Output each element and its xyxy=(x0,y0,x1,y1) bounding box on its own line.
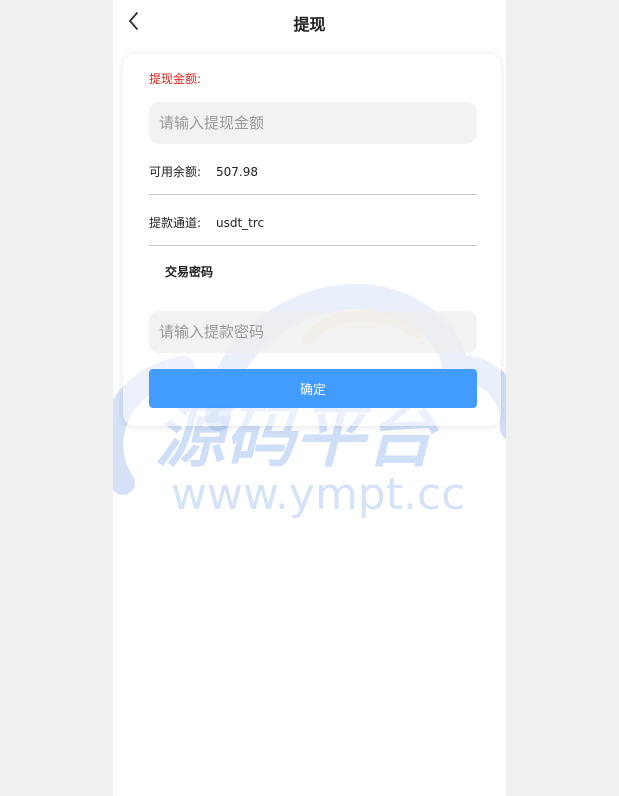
nav-header: 提现 xyxy=(113,0,506,44)
channel-row[interactable]: 提款通道: usdt_trc xyxy=(149,214,477,231)
balance-label: 可用余额: xyxy=(149,165,202,179)
amount-input[interactable] xyxy=(149,102,477,144)
amount-label: 提现金额: xyxy=(149,72,202,86)
page-title: 提现 xyxy=(293,15,326,34)
watermark-url: www.ympt.cc xyxy=(171,469,465,520)
channel-label: 提款通道: xyxy=(149,216,202,230)
withdraw-form-card: 提现金额: 可用余额: 507.98 提款通道: usdt_trc 交易密码 确定 xyxy=(123,54,501,426)
confirm-button[interactable]: 确定 xyxy=(149,369,477,408)
password-label: 交易密码 xyxy=(165,265,214,279)
divider xyxy=(149,245,477,246)
phone-screen: 提现 源码平台 www.ympt.cc 提现金额: 可用余额:507.98 提款… xyxy=(113,0,506,796)
balance-value: 507.98 xyxy=(216,165,258,179)
balance-row: 可用余额: 507.98 xyxy=(149,163,477,180)
channel-value: usdt_trc xyxy=(216,216,265,230)
password-input[interactable] xyxy=(149,311,477,353)
divider xyxy=(149,194,477,195)
